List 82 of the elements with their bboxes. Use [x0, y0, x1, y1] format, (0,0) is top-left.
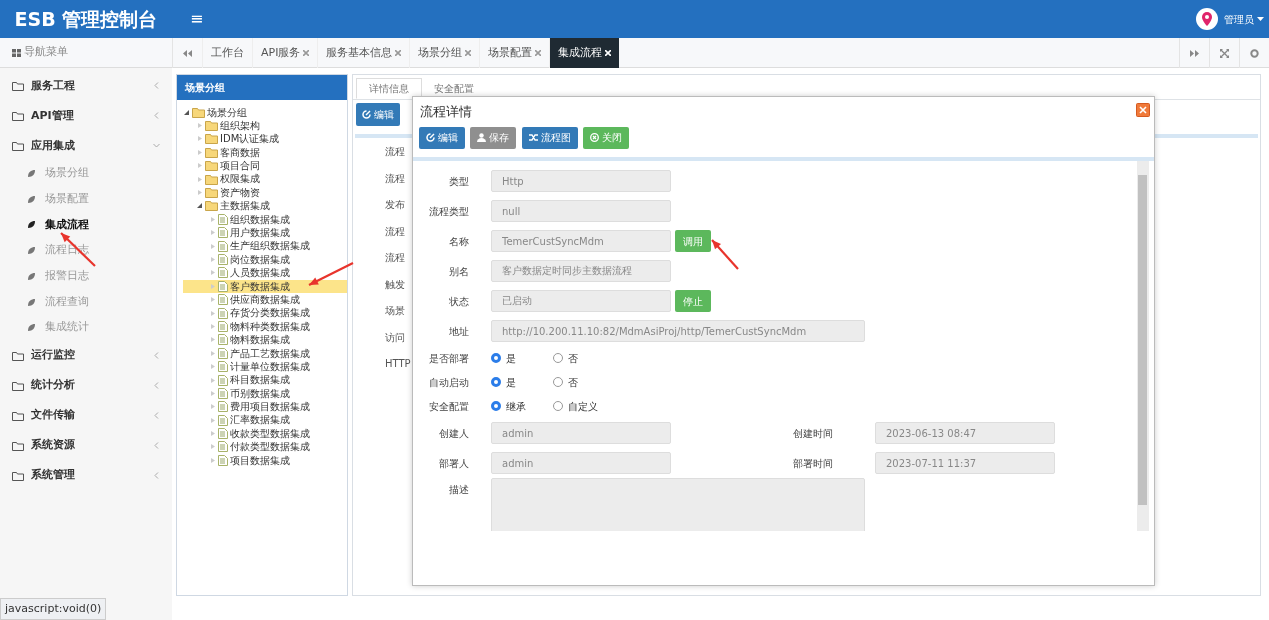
- sidebar-subitem[interactable]: 集成流程: [0, 212, 172, 238]
- form-label: 是否部署: [428, 351, 470, 366]
- form-label: 状态: [448, 294, 470, 309]
- radio-option[interactable]: 自定义: [553, 398, 615, 414]
- form-label: 描述: [448, 483, 470, 497]
- sidebar-item[interactable]: 运行监控: [0, 340, 172, 371]
- sidebar-item[interactable]: 应用集成: [0, 130, 172, 161]
- tab[interactable]: 详情信息: [355, 77, 422, 99]
- tree-node[interactable]: 汇率数据集成: [183, 413, 347, 427]
- tab[interactable]: 服务基本信息: [317, 38, 410, 68]
- form-label: 流程: [385, 171, 405, 186]
- form-label: 场景: [385, 304, 405, 319]
- menu-toggle[interactable]: ≡: [186, 7, 208, 31]
- app-title: ESB 管理控制台: [13, 6, 159, 32]
- tree-node[interactable]: 生产组织数据集成: [183, 239, 347, 253]
- radio-option[interactable]: 是: [491, 374, 553, 390]
- form-label: 流程: [385, 145, 405, 160]
- tree-node[interactable]: 物料数据集成: [183, 333, 347, 347]
- tree-node[interactable]: 权限集成: [183, 172, 347, 186]
- radio-option[interactable]: 继承: [491, 398, 553, 414]
- form-label: 自动启动: [428, 375, 470, 390]
- tree-node[interactable]: 产品工艺数据集成: [183, 346, 347, 360]
- tree-node[interactable]: 项目合同: [183, 159, 347, 173]
- tree-node[interactable]: 主数据集成: [183, 199, 347, 213]
- sidebar-item[interactable]: 系统资源: [0, 430, 172, 461]
- form-label: 创建人: [438, 426, 470, 441]
- tree-node[interactable]: 科目数据集成: [183, 373, 347, 387]
- user-menu[interactable]: 管理员: [1223, 11, 1264, 27]
- tree-node[interactable]: 客商数据: [183, 145, 347, 160]
- tree-node[interactable]: 用户数据集成: [183, 226, 347, 240]
- form-label: 部署时间: [793, 456, 834, 471]
- form-label: 安全配置: [428, 399, 470, 414]
- tree-node[interactable]: 收款类型数据集成: [183, 426, 347, 441]
- form-label: 流程类型: [428, 204, 470, 219]
- tab[interactable]: 集成流程: [549, 38, 620, 68]
- tree-node[interactable]: 人员数据集成: [183, 266, 347, 280]
- form-label: HTTP: [385, 357, 411, 372]
- form-label: 地址: [448, 324, 470, 339]
- flowchart-button[interactable]: 流程图: [521, 126, 578, 149]
- status-bar: javascript:void(0): [0, 597, 107, 620]
- tree-node[interactable]: 资产物资: [183, 185, 347, 200]
- form-label: 名称: [448, 234, 470, 249]
- form-label: 创建时间: [793, 426, 834, 441]
- tree-node[interactable]: 计量单位数据集成: [183, 359, 347, 374]
- nav-menu-label: 导航菜单: [23, 44, 68, 61]
- radio-option[interactable]: 否: [553, 350, 615, 366]
- tree-node[interactable]: 场景分组: [183, 105, 347, 119]
- form-label: 发布: [385, 198, 405, 213]
- form-label: 流程: [385, 224, 405, 239]
- sidebar-item[interactable]: 系统管理: [0, 460, 172, 491]
- tree-node[interactable]: 物料种类数据集成: [183, 319, 347, 334]
- tab[interactable]: 工作台: [202, 38, 252, 68]
- tree-node[interactable]: 费用项目数据集成: [183, 400, 347, 414]
- tree-node[interactable]: 付款类型数据集成: [183, 440, 347, 454]
- tree-node[interactable]: 币别数据集成: [183, 386, 347, 401]
- sidebar-item[interactable]: 服务工程: [0, 70, 172, 101]
- tree-node[interactable]: IDM认证集成: [183, 132, 347, 146]
- sidebar-item[interactable]: API管理: [0, 100, 172, 131]
- tree-node[interactable]: 存货分类数据集成: [183, 306, 347, 320]
- tree-node[interactable]: 客户数据集成: [183, 279, 347, 293]
- form-label: 访问: [385, 330, 405, 345]
- panel-title: 场景分组: [177, 75, 347, 100]
- form-label: 别名: [448, 264, 470, 279]
- form-label: 流程: [385, 251, 405, 266]
- tab[interactable]: API服务: [252, 38, 318, 68]
- radio-option[interactable]: 否: [553, 374, 615, 390]
- sidebar-item[interactable]: 文件传输: [0, 400, 172, 431]
- tree-node[interactable]: 岗位数据集成: [183, 252, 347, 267]
- tab[interactable]: 安全配置: [421, 77, 486, 99]
- tree-node[interactable]: 项目数据集成: [183, 453, 347, 468]
- form-label: 类型: [448, 174, 470, 189]
- form-label: 部署人: [438, 456, 470, 471]
- dialog-title: 流程详情: [419, 103, 473, 121]
- tab[interactable]: 场景分组: [409, 38, 480, 68]
- tree-node[interactable]: 组织架构: [183, 118, 347, 133]
- radio-option[interactable]: 是: [491, 350, 553, 366]
- form-label: 触发: [385, 277, 405, 292]
- sidebar-item[interactable]: 统计分析: [0, 370, 172, 401]
- tree-node[interactable]: 供应商数据集成: [183, 292, 347, 307]
- tree-node[interactable]: 组织数据集成: [183, 212, 347, 226]
- edit-button[interactable]: 编辑: [418, 126, 465, 149]
- edit-button[interactable]: 编辑: [355, 102, 400, 126]
